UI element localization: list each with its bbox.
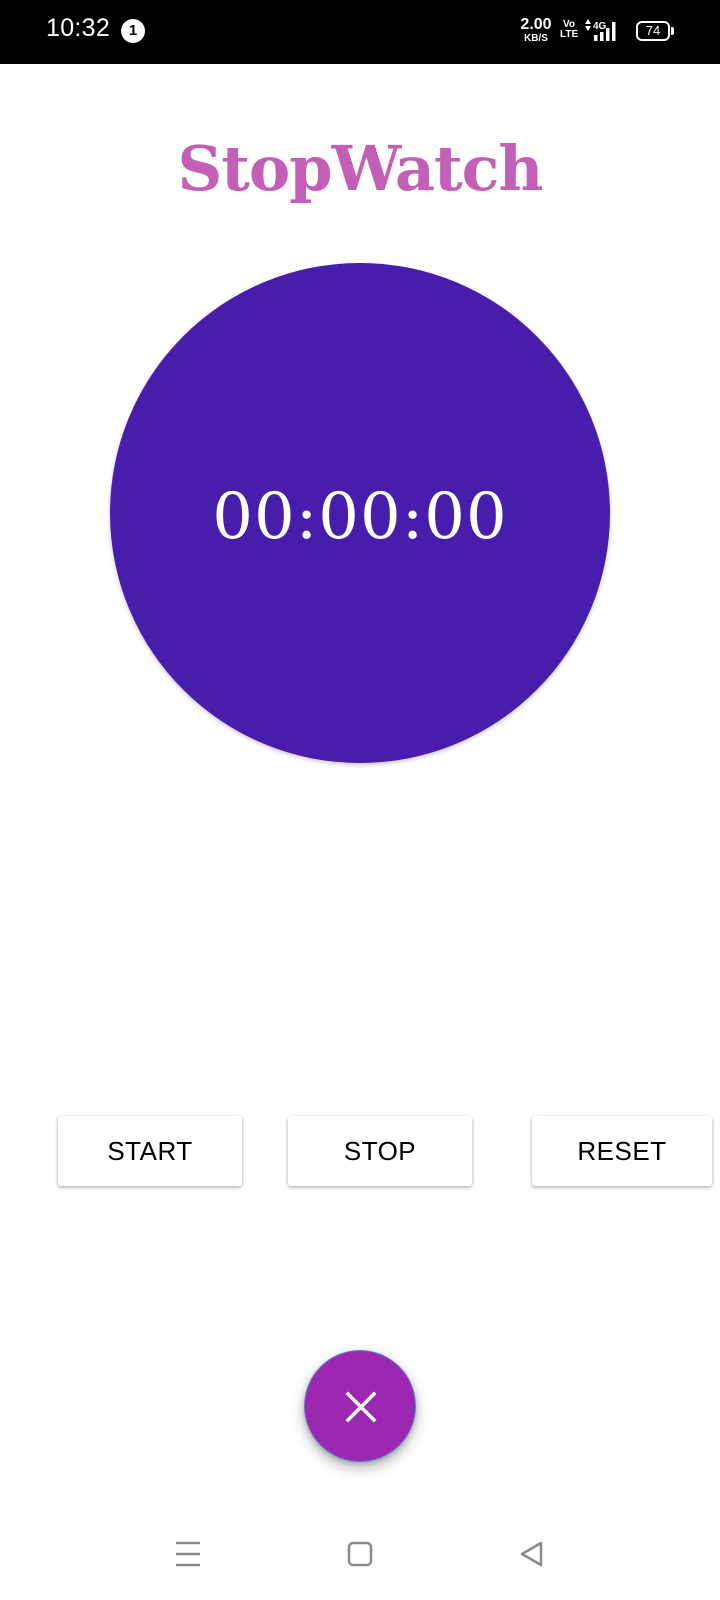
status-time: 10:32 bbox=[46, 14, 111, 42]
timer-circle: 00:00:00 bbox=[110, 263, 610, 763]
menu-icon[interactable] bbox=[164, 1530, 212, 1578]
back-triangle-icon[interactable] bbox=[508, 1530, 556, 1578]
volte-bottom-label: LTE bbox=[560, 29, 579, 40]
reset-button[interactable]: RESET bbox=[532, 1116, 712, 1186]
start-button[interactable]: START bbox=[58, 1116, 242, 1186]
notification-badge: 1 bbox=[121, 19, 145, 43]
network-speed: 2.00 KB/S bbox=[516, 17, 556, 44]
timer-display: 00:00:00 bbox=[212, 480, 508, 554]
home-square-icon[interactable] bbox=[336, 1530, 384, 1578]
network-type-label: 4G bbox=[593, 21, 607, 32]
stopwatch-screen: 10:32 1 2.00 KB/S Vo LTE 4G 74 StopWatch… bbox=[0, 0, 720, 1600]
navigation-bar bbox=[0, 1506, 720, 1600]
close-icon bbox=[345, 1391, 377, 1423]
network-speed-value: 2.00 bbox=[520, 16, 552, 33]
signal-icon: 4G bbox=[585, 19, 616, 41]
battery-tip bbox=[671, 27, 674, 35]
app-title: StopWatch bbox=[177, 132, 544, 205]
network-speed-unit: KB/S bbox=[524, 33, 548, 44]
stop-button[interactable]: STOP bbox=[288, 1116, 472, 1186]
battery-icon: 74 bbox=[636, 21, 670, 41]
status-bar: 10:32 1 2.00 KB/S Vo LTE 4G 74 bbox=[0, 0, 720, 64]
close-fab-button[interactable] bbox=[304, 1350, 416, 1462]
volte-icon: Vo LTE bbox=[560, 20, 578, 40]
